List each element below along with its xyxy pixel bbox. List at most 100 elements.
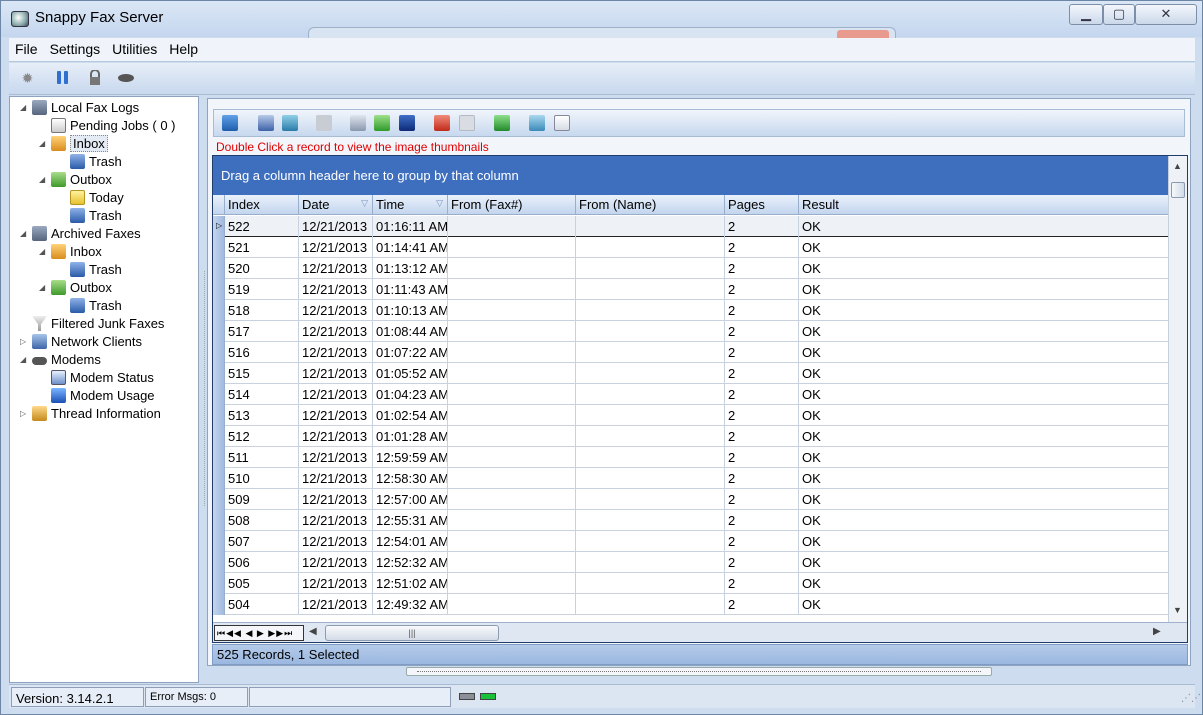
tree-item[interactable]: ▷ Network Clients (20, 333, 142, 351)
header-time[interactable]: Time ▽ (373, 195, 448, 215)
tree-item[interactable]: ◢ Modems (20, 351, 101, 369)
tree-expander-icon[interactable]: ▷ (20, 333, 30, 351)
row-selector[interactable] (213, 384, 225, 405)
fax-icon[interactable] (258, 115, 274, 131)
row-selector[interactable] (213, 489, 225, 510)
tree-item[interactable]: ◢ Outbox (39, 279, 112, 297)
export-icon[interactable] (494, 115, 510, 131)
table-row[interactable]: 508 12/21/2013 12:55:31 AM 2 OK (213, 510, 1168, 531)
tree-expander-icon[interactable]: ◢ (39, 171, 49, 189)
tree-item[interactable]: Today (58, 189, 124, 207)
tree-item[interactable]: Trash (58, 153, 122, 171)
app-icon[interactable] (11, 11, 29, 27)
table-row[interactable]: 515 12/21/2013 01:05:52 AM 2 OK (213, 363, 1168, 384)
resize-grip-icon[interactable]: ⋰⋰ (1181, 693, 1201, 704)
table-row[interactable]: 517 12/21/2013 01:08:44 AM 2 OK (213, 321, 1168, 342)
scroll-up-icon[interactable]: ▲ (1173, 161, 1182, 171)
group-by-area[interactable]: Drag a column header here to group by th… (213, 156, 1168, 195)
scroll-down-icon[interactable]: ▼ (1173, 605, 1182, 615)
table-row[interactable]: ▷ 522 12/21/2013 01:16:11 AM 2 OK (213, 216, 1168, 237)
row-selector[interactable] (213, 300, 225, 321)
minimize-button[interactable]: ▁ (1069, 4, 1103, 25)
header-index[interactable]: Index (225, 195, 299, 215)
tree-expander-icon[interactable]: ◢ (39, 279, 49, 297)
table-row[interactable]: 505 12/21/2013 12:51:02 AM 2 OK (213, 573, 1168, 594)
tree-item[interactable]: ▷ Thread Information (20, 405, 161, 423)
blank-page-icon[interactable] (459, 115, 475, 131)
close-button[interactable]: ✕ (1135, 4, 1197, 25)
pause-icon[interactable] (54, 70, 71, 87)
row-selector[interactable] (213, 405, 225, 426)
table-row[interactable]: 506 12/21/2013 12:52:32 AM 2 OK (213, 552, 1168, 573)
table-row[interactable]: 512 12/21/2013 01:01:28 AM 2 OK (213, 426, 1168, 447)
save-icon[interactable] (399, 115, 415, 131)
row-selector[interactable] (213, 342, 225, 363)
row-selector[interactable] (213, 447, 225, 468)
row-selector[interactable] (213, 573, 225, 594)
tree-expander-icon[interactable]: ◢ (20, 225, 30, 243)
table-row[interactable]: 507 12/21/2013 12:54:01 AM 2 OK (213, 531, 1168, 552)
row-selector[interactable] (213, 468, 225, 489)
tree-item[interactable]: ◢ Outbox (39, 171, 112, 189)
table-row[interactable]: 509 12/21/2013 12:57:00 AM 2 OK (213, 489, 1168, 510)
tree-item[interactable]: Modem Usage (39, 387, 155, 405)
vertical-splitter[interactable] (198, 271, 205, 506)
table-row[interactable]: 513 12/21/2013 01:02:54 AM 2 OK (213, 405, 1168, 426)
header-from-fax[interactable]: From (Fax#) (448, 195, 576, 215)
table-row[interactable]: 518 12/21/2013 01:10:13 AM 2 OK (213, 300, 1168, 321)
table-row[interactable]: 511 12/21/2013 12:59:59 AM 2 OK (213, 447, 1168, 468)
vertical-scrollbar[interactable]: ▲ ▼ (1168, 156, 1187, 622)
row-selector[interactable] (213, 321, 225, 342)
header-pages[interactable]: Pages (725, 195, 799, 215)
row-selector[interactable] (213, 426, 225, 447)
forward-icon[interactable] (316, 115, 332, 131)
tree-item[interactable]: ◢ Inbox (39, 243, 102, 261)
tree-item[interactable]: ◢ Inbox (39, 135, 108, 153)
header-result[interactable]: Result (799, 195, 1168, 215)
vertical-scroll-thumb[interactable] (1171, 182, 1185, 198)
table-row[interactable]: 520 12/21/2013 01:13:12 AM 2 OK (213, 258, 1168, 279)
tree-item[interactable]: Trash (58, 261, 122, 279)
table-row[interactable]: 514 12/21/2013 01:04:23 AM 2 OK (213, 384, 1168, 405)
table-row[interactable]: 516 12/21/2013 01:07:22 AM 2 OK (213, 342, 1168, 363)
move-icon[interactable] (529, 115, 545, 131)
row-selector[interactable] (213, 594, 225, 615)
maximize-button[interactable]: ▢ (1103, 4, 1135, 25)
title-bar[interactable]: Snappy Fax Server ▁ ▢ ✕ (1, 1, 1202, 40)
table-row[interactable]: 521 12/21/2013 01:14:41 AM 2 OK (213, 237, 1168, 258)
row-selector[interactable] (213, 258, 225, 279)
tree-expander-icon[interactable]: ◢ (20, 351, 30, 369)
table-row[interactable]: 504 12/21/2013 12:49:32 AM 2 OK (213, 594, 1168, 615)
row-selector[interactable] (213, 552, 225, 573)
tree-expander-icon[interactable]: ◢ (39, 243, 49, 261)
add-user-icon[interactable] (222, 115, 238, 131)
tree-item[interactable]: ◢ Local Fax Logs (20, 99, 139, 117)
menu-settings[interactable]: Settings (44, 38, 107, 62)
tree-item[interactable]: Trash (58, 207, 122, 225)
scroll-left-icon[interactable]: ◀ (309, 626, 317, 637)
menu-file[interactable]: File (9, 38, 44, 62)
tree-item[interactable]: ◢ Archived Faxes (20, 225, 141, 243)
gear-icon[interactable]: ✹ (19, 70, 36, 87)
header-from-name[interactable]: From (Name) (576, 195, 725, 215)
tree-expander-icon[interactable]: ▷ (20, 405, 30, 423)
row-selector[interactable] (213, 531, 225, 552)
tree-item[interactable]: Pending Jobs ( 0 ) (39, 117, 176, 135)
tree-expander-icon[interactable]: ◢ (20, 99, 30, 117)
tree-item[interactable]: Trash (58, 297, 122, 315)
scroll-right-icon[interactable]: ▶ (1153, 626, 1161, 637)
tree-item[interactable]: Filtered Junk Faxes (20, 315, 164, 333)
horizontal-splitter[interactable] (406, 667, 992, 676)
print-icon[interactable] (350, 115, 366, 131)
table-row[interactable]: 519 12/21/2013 01:11:43 AM 2 OK (213, 279, 1168, 300)
row-selector[interactable] (213, 363, 225, 384)
modem-icon[interactable] (117, 70, 134, 87)
row-selector[interactable]: ▷ (213, 216, 225, 237)
properties-icon[interactable] (554, 115, 570, 131)
row-selector[interactable] (213, 510, 225, 531)
tree-expander-icon[interactable]: ◢ (39, 135, 49, 153)
row-selector[interactable] (213, 279, 225, 300)
lock-icon[interactable] (86, 69, 103, 87)
header-date[interactable]: Date ▽ (299, 195, 373, 215)
delete-icon[interactable] (434, 115, 450, 131)
